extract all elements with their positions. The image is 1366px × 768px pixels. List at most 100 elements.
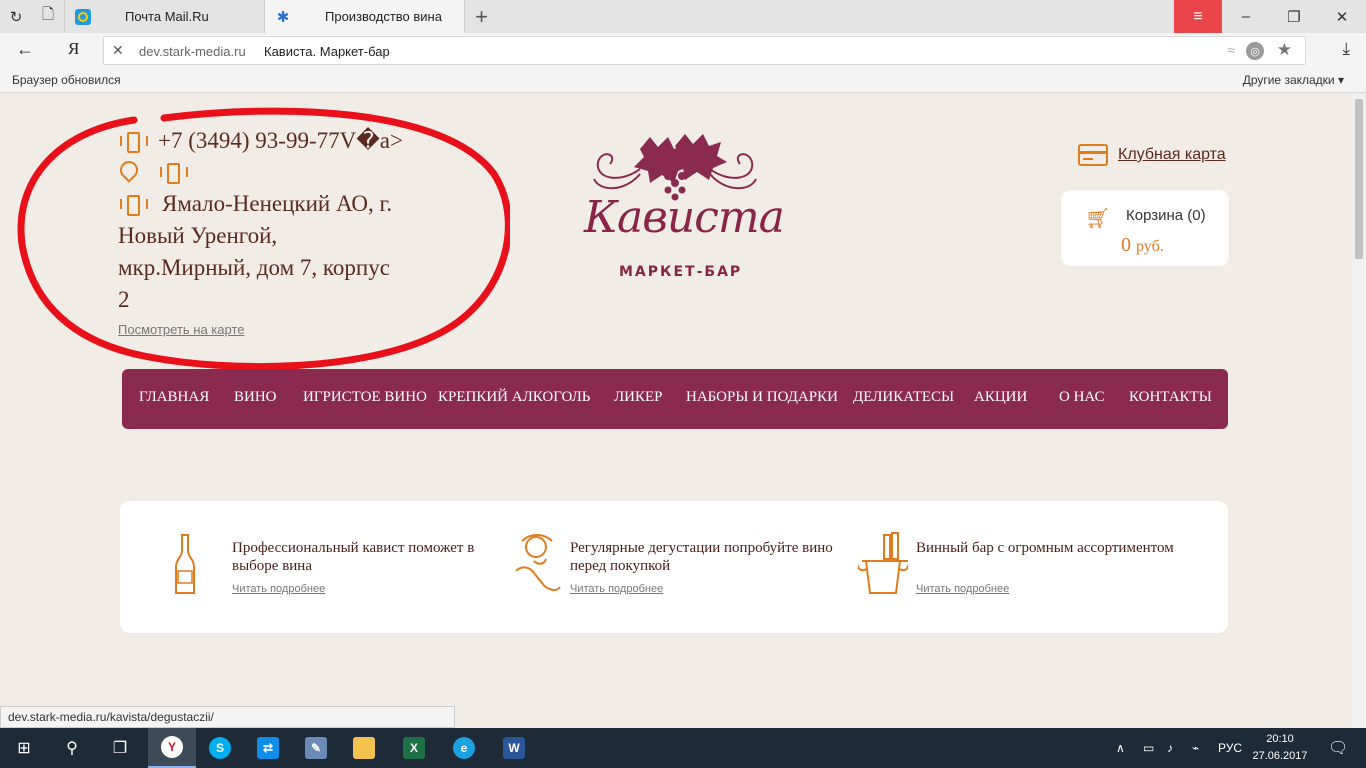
- page-icon[interactable]: 🗋: [32, 0, 64, 33]
- bookmark-star-icon[interactable]: ★: [1277, 40, 1292, 60]
- tray-expand-icon[interactable]: ∧: [1116, 728, 1125, 768]
- browser-updated-notice[interactable]: Браузер обновился: [12, 73, 121, 87]
- features-block: Профессиональный кавист поможет в выборе…: [120, 501, 1228, 633]
- notifications-icon[interactable]: 🗨︎: [1328, 728, 1348, 768]
- menu-item-delicacies[interactable]: ДЕЛИКАТЕСЫ: [853, 389, 954, 406]
- protect-icon[interactable]: ◎: [1246, 42, 1264, 60]
- shopping-cart-icon: 🛒︎: [1085, 208, 1111, 230]
- scrollbar-thumb[interactable]: [1355, 99, 1363, 259]
- bookmarks-bar: Браузер обновился Другие закладки ▾: [0, 69, 1366, 93]
- other-bookmarks-button[interactable]: Другие закладки ▾: [1243, 73, 1344, 87]
- address: Ямало-Ненецкий АО, г. Новый Уренгой, мкр…: [118, 188, 458, 316]
- address-bar[interactable]: ✕ dev.stark-media.ru Кависта. Маркет-бар…: [103, 36, 1306, 65]
- yandex-app-glyph: Y: [161, 736, 183, 758]
- search-icon[interactable]: ⚲: [48, 728, 96, 768]
- skype-app-glyph: S: [209, 737, 231, 759]
- read-more-link[interactable]: Читать подробнее: [570, 583, 663, 595]
- address-line: Ямало-Ненецкий АО, г.: [162, 191, 393, 216]
- file-explorer-icon[interactable]: [340, 728, 388, 768]
- back-arrow-icon[interactable]: ←: [16, 39, 34, 60]
- excel-icon[interactable]: X: [390, 728, 438, 768]
- cart-label[interactable]: Корзина (0): [1126, 207, 1206, 224]
- menu-item-home[interactable]: ГЛАВНАЯ: [139, 389, 209, 406]
- taskbar: ⊞ ⚲ ❐ Y S ⇄ ✎ X e W ∧ ▭ ♪ ⌁ РУС 20:10 27…: [0, 728, 1366, 768]
- phone-row: +7 (3494) 93-99-77V�a>: [118, 126, 458, 156]
- club-card-link[interactable]: Клубная карта: [1078, 144, 1226, 166]
- logo-title[interactable]: Кависта: [584, 192, 785, 243]
- paint-app-glyph: ✎: [305, 737, 327, 759]
- credit-card-icon: [1078, 144, 1108, 166]
- feature-text: Регулярные дегустации попробуйте вино пе…: [570, 540, 833, 574]
- yandex-search-button[interactable]: Я: [68, 39, 79, 59]
- star-favicon-icon: ✱: [276, 8, 290, 26]
- read-more-link[interactable]: Читать подробнее: [232, 583, 325, 595]
- main-menu: ГЛАВНАЯ ВИНО ИГРИСТОЕ ВИНО КРЕПКИЙ АЛКОГ…: [122, 369, 1228, 429]
- menu-item-sparkling-wine[interactable]: ИГРИСТОЕ ВИНО: [303, 389, 427, 406]
- navigation-bar: ← Я ✕ dev.stark-media.ru Кависта. Маркет…: [0, 33, 1366, 69]
- cart-widget[interactable]: 🛒︎ Корзина (0) 0 руб.: [1061, 190, 1229, 266]
- feature-text: Профессиональный кавист поможет в выборе…: [232, 540, 475, 574]
- stop-loading-icon[interactable]: ✕: [112, 42, 124, 59]
- tab-label: Почта Mail.Ru: [125, 9, 209, 24]
- internet-explorer-icon[interactable]: e: [440, 728, 488, 768]
- cart-currency: руб.: [1136, 238, 1164, 255]
- cart-total: 0 руб.: [1121, 234, 1164, 257]
- teamviewer-icon[interactable]: ⇄: [244, 728, 292, 768]
- clock-time: 20:10: [1266, 733, 1294, 745]
- phone-icon: [118, 193, 148, 216]
- phone-icon: [118, 130, 148, 153]
- yandex-browser-icon[interactable]: Y: [148, 728, 196, 768]
- web-page: +7 (3494) 93-99-77V�a> Ямало-Ненецкий АО…: [0, 94, 1352, 728]
- clock-date: 27.06.2017: [1252, 750, 1308, 762]
- network-icon[interactable]: ⌁: [1192, 728, 1199, 768]
- menu-item-wine[interactable]: ВИНО: [234, 389, 277, 406]
- menu-item-contacts[interactable]: КОНТАКТЫ: [1129, 389, 1212, 406]
- ice-bucket-icon: [858, 532, 908, 594]
- language-indicator[interactable]: РУС: [1218, 728, 1242, 768]
- feature-text: Винный бар с огромным ассортиментом: [916, 540, 1174, 556]
- address-line: Новый Уренгой,: [118, 223, 278, 248]
- turbo-icon[interactable]: ≈: [1227, 42, 1235, 58]
- ie-app-glyph: e: [453, 737, 475, 759]
- menu-item-about[interactable]: О НАС: [1059, 389, 1105, 406]
- vertical-scrollbar[interactable]: [1352, 94, 1366, 728]
- new-tab-button[interactable]: +: [464, 0, 498, 33]
- location-pin-icon: [118, 160, 138, 184]
- read-more-link[interactable]: Читать подробнее: [916, 583, 1009, 595]
- menu-item-promotions[interactable]: АКЦИИ: [974, 389, 1027, 406]
- logo-subtitle: МАРКЕТ-БАР: [619, 264, 743, 280]
- view-on-map-link[interactable]: Посмотреть на карте: [118, 322, 244, 337]
- word-app-glyph: W: [503, 737, 525, 759]
- menu-item-gift-sets[interactable]: НАБОРЫ И ПОДАРКИ: [686, 389, 838, 406]
- contact-block: +7 (3494) 93-99-77V�a> Ямало-Ненецкий АО…: [118, 126, 458, 339]
- cart-sum-value: 0: [1121, 234, 1131, 256]
- teamviewer-app-glyph: ⇄: [257, 737, 279, 759]
- paint-icon[interactable]: ✎: [292, 728, 340, 768]
- clock[interactable]: 20:10 27.06.2017: [1250, 731, 1310, 765]
- download-icon[interactable]: ⤓: [1342, 39, 1350, 59]
- menu-item-spirits[interactable]: КРЕПКИЙ АЛКОГОЛЬ: [438, 389, 590, 406]
- browser-menu-button[interactable]: ≡: [1174, 0, 1222, 33]
- reload-icon[interactable]: ↻: [0, 0, 32, 33]
- tab-wine[interactable]: ✱ Производство вина: [264, 0, 464, 33]
- wine-bottle-icon: [175, 534, 195, 594]
- restore-button[interactable]: ❐: [1270, 0, 1318, 33]
- phone-number[interactable]: +7 (3494) 93-99-77V�a>: [158, 128, 403, 154]
- explorer-app-glyph: [353, 737, 375, 759]
- skype-icon[interactable]: S: [196, 728, 244, 768]
- close-button[interactable]: ✕: [1318, 0, 1366, 33]
- volume-icon[interactable]: ♪: [1167, 728, 1173, 768]
- task-view-icon[interactable]: ❐: [96, 728, 144, 768]
- address-line: 2: [118, 287, 130, 312]
- minimize-button[interactable]: –: [1222, 0, 1270, 33]
- word-icon[interactable]: W: [490, 728, 538, 768]
- tab-label: Производство вина: [325, 9, 442, 24]
- tasting-icon: [515, 534, 561, 591]
- battery-icon[interactable]: ▭: [1143, 728, 1154, 768]
- menu-item-liqueur[interactable]: ЛИКЕР: [614, 389, 663, 406]
- url-domain: dev.stark-media.ru: [139, 44, 246, 59]
- club-card-label[interactable]: Клубная карта: [1118, 146, 1226, 164]
- windows-start-icon[interactable]: ⊞: [0, 728, 48, 768]
- tab-mail[interactable]: Почта Mail.Ru: [64, 0, 264, 33]
- tab-spacer: [498, 0, 1174, 33]
